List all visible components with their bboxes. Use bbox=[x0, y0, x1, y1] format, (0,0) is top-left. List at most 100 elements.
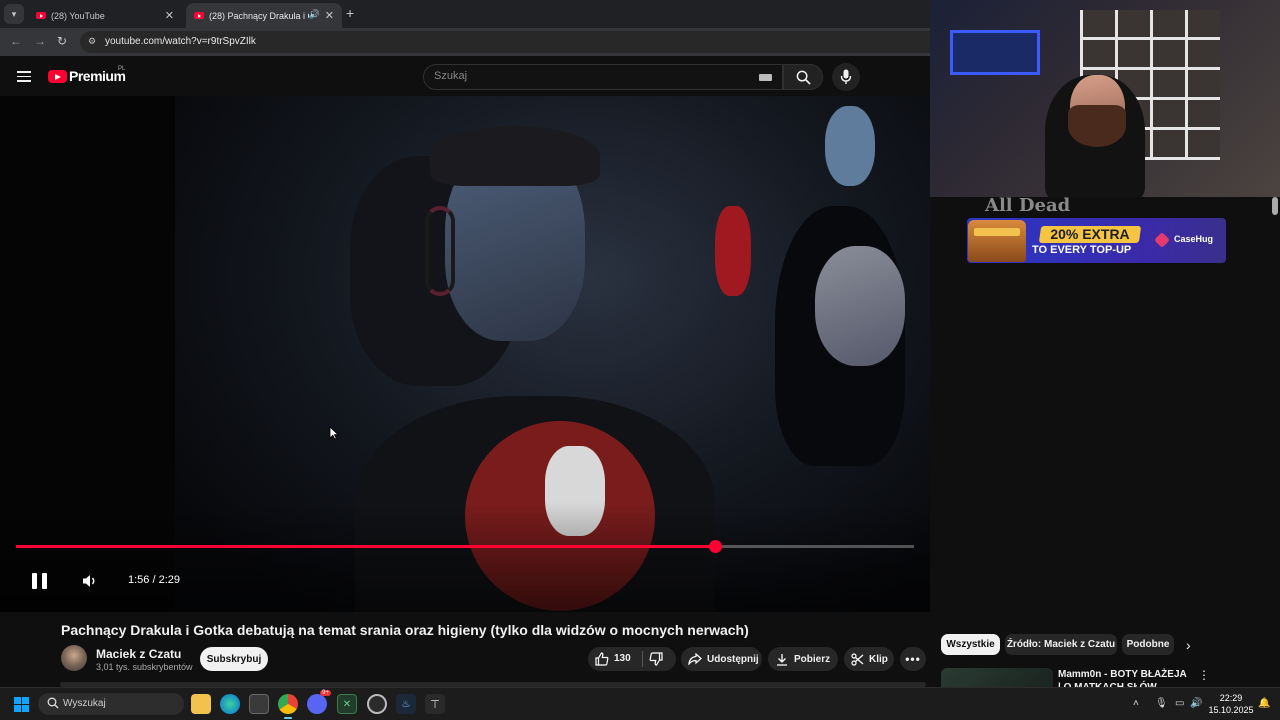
browser-tab-bar: ▾ (28) YouTube ✕ (28) Pachnący Drakula i… bbox=[0, 0, 930, 28]
tab-audio-icon[interactable]: 🔊 bbox=[309, 9, 320, 20]
pause-icon[interactable] bbox=[32, 573, 48, 589]
tray-volume-icon[interactable]: 🔊 bbox=[1190, 698, 1202, 709]
back-arrow-icon[interactable]: ← bbox=[10, 34, 22, 48]
thumbs-up-icon[interactable] bbox=[595, 652, 609, 666]
channel-avatar[interactable] bbox=[61, 645, 87, 671]
video-title: Pachnący Drakula i Gotka debatują na tem… bbox=[61, 622, 749, 638]
like-dislike-group: 130 bbox=[588, 647, 676, 671]
subscriber-count: 3,01 tys. subskrybentów bbox=[96, 662, 193, 672]
search-icon bbox=[796, 70, 811, 85]
sidebar-background bbox=[930, 197, 1280, 687]
discord-icon[interactable]: 9+ bbox=[307, 690, 331, 714]
new-tab-button[interactable]: + bbox=[346, 5, 354, 21]
promo-brand: CaseHug bbox=[1174, 234, 1214, 244]
youtube-logo-icon[interactable] bbox=[48, 70, 67, 83]
browser-toolbar: ← → ↻ ⚙ youtube.com/watch?v=r9trSpvZIlk bbox=[0, 28, 930, 56]
youtube-header: Premium PL bbox=[0, 56, 930, 96]
youtube-favicon-icon bbox=[194, 12, 204, 19]
windows-start-icon[interactable] bbox=[14, 697, 29, 712]
keyboard-icon[interactable] bbox=[759, 74, 772, 81]
taskbar-search[interactable]: Wyszukaj bbox=[38, 693, 184, 715]
recommended-thumbnail[interactable] bbox=[941, 668, 1053, 687]
chip-all[interactable]: Wszystkie bbox=[941, 634, 1000, 655]
edge-browser-icon[interactable] bbox=[220, 694, 240, 714]
banner-text: All Dead bbox=[985, 195, 1071, 216]
clip-label: Klip bbox=[869, 653, 888, 665]
search-input[interactable] bbox=[434, 70, 754, 82]
like-divider bbox=[642, 651, 643, 667]
progress-fill bbox=[16, 545, 715, 548]
windows-taskbar: Wyszukaj 9+ ✕ ♨ ⊤ ˄ 🎙 ▭ 🔊 22:29 15.10.20… bbox=[0, 687, 1280, 720]
headphones-shape bbox=[425, 206, 455, 296]
progress-bar[interactable] bbox=[16, 545, 914, 548]
volume-icon[interactable] bbox=[82, 573, 98, 589]
close-tab-icon[interactable]: ✕ bbox=[325, 9, 334, 22]
promo-subtext: TO EVERY TOP-UP bbox=[1032, 244, 1132, 256]
chip-related[interactable]: Podobne bbox=[1122, 634, 1174, 655]
chip-from-channel[interactable]: Źródło: Maciek z Czatu bbox=[1005, 634, 1117, 655]
region-code: PL bbox=[118, 66, 126, 72]
time-display: 1:56 / 2:29 bbox=[128, 574, 180, 586]
microsoft-store-icon[interactable] bbox=[249, 694, 269, 714]
tray-network-icon[interactable]: ▭ bbox=[1175, 698, 1184, 709]
obs-studio-icon[interactable] bbox=[367, 694, 387, 714]
clock-date: 15.10.2025 bbox=[1208, 705, 1254, 715]
chevron-right-icon[interactable]: › bbox=[1186, 637, 1191, 653]
mannequin-head-shape bbox=[825, 106, 875, 186]
file-explorer-icon[interactable] bbox=[191, 694, 211, 714]
clock-time: 22:29 bbox=[1219, 693, 1243, 703]
notifications-bell-icon[interactable]: 🔔 bbox=[1258, 698, 1270, 709]
share-icon bbox=[688, 653, 702, 665]
tray-microphone-icon[interactable]: 🎙 bbox=[1155, 698, 1168, 709]
address-bar[interactable]: ⚙ youtube.com/watch?v=r9trSpvZIlk bbox=[80, 31, 930, 53]
thumbs-down-icon[interactable] bbox=[649, 652, 663, 666]
more-dots-icon: ••• bbox=[905, 652, 921, 666]
clip-button[interactable]: Klip bbox=[844, 647, 894, 671]
search-box[interactable] bbox=[423, 64, 783, 90]
subscribe-button[interactable]: Subskrybuj bbox=[200, 647, 268, 671]
tab-youtube[interactable]: (28) YouTube ✕ bbox=[28, 3, 182, 28]
streamer-beard-shape bbox=[1068, 105, 1126, 147]
tab-title: (28) Pachnący Drakula i Gotk bbox=[209, 10, 309, 21]
woman-face-shape bbox=[815, 246, 905, 366]
recommended-title[interactable]: Mamm0n - BOTY BŁAŻEJA | O MATKACH SŁÓW K… bbox=[1058, 668, 1188, 687]
channel-name[interactable]: Maciek z Czatu bbox=[96, 647, 181, 661]
microphone-icon bbox=[840, 69, 852, 84]
taskbar-search-placeholder: Wyszukaj bbox=[63, 698, 106, 709]
tray-chevron-up-icon[interactable]: ˄ bbox=[1133, 698, 1139, 709]
app-icon[interactable]: ⊤ bbox=[425, 694, 445, 714]
voice-search-button[interactable] bbox=[832, 63, 860, 91]
search-button[interactable] bbox=[783, 64, 823, 90]
man-hair-shape bbox=[430, 126, 600, 186]
download-label: Pobierz bbox=[794, 653, 831, 665]
chrome-browser-icon[interactable] bbox=[278, 694, 298, 719]
steam-icon[interactable]: ♨ bbox=[396, 694, 416, 714]
site-info-icon[interactable]: ⚙ bbox=[88, 36, 96, 47]
red-decoration-shape bbox=[715, 206, 751, 296]
share-button[interactable]: Udostępnij bbox=[681, 647, 762, 671]
youtube-favicon-icon bbox=[36, 12, 46, 19]
hamburger-menu-icon[interactable] bbox=[17, 71, 31, 82]
video-player[interactable]: 1:56 / 2:29 bbox=[0, 96, 930, 612]
mouse-cursor-icon bbox=[329, 426, 339, 440]
scissors-icon bbox=[851, 652, 864, 666]
search-icon bbox=[47, 697, 59, 709]
like-count[interactable]: 130 bbox=[614, 653, 631, 664]
premium-logo-text[interactable]: Premium bbox=[69, 68, 126, 84]
reload-icon[interactable]: ↻ bbox=[57, 34, 67, 48]
scrubber-handle[interactable] bbox=[708, 540, 722, 553]
promo-headline: 20% EXTRA bbox=[1050, 226, 1130, 242]
aquarium-shape bbox=[950, 30, 1040, 75]
kebab-menu-icon[interactable]: ⋮ bbox=[1198, 668, 1210, 682]
tab-search-dropdown-icon[interactable]: ▾ bbox=[4, 4, 24, 24]
download-button[interactable]: Pobierz bbox=[768, 647, 838, 671]
discord-notification-badge: 9+ bbox=[320, 690, 331, 696]
tab-current-video[interactable]: (28) Pachnący Drakula i Gotk 🔊 ✕ bbox=[186, 3, 342, 28]
forward-arrow-icon[interactable]: → bbox=[34, 34, 46, 48]
taskbar-clock[interactable]: 22:29 15.10.2025 bbox=[1206, 692, 1256, 716]
download-icon bbox=[777, 653, 787, 666]
page-scrollbar[interactable] bbox=[1272, 197, 1278, 215]
more-actions-button[interactable]: ••• bbox=[900, 647, 926, 671]
close-tab-icon[interactable]: ✕ bbox=[165, 9, 174, 22]
excel-like-app-icon[interactable]: ✕ bbox=[337, 694, 357, 714]
